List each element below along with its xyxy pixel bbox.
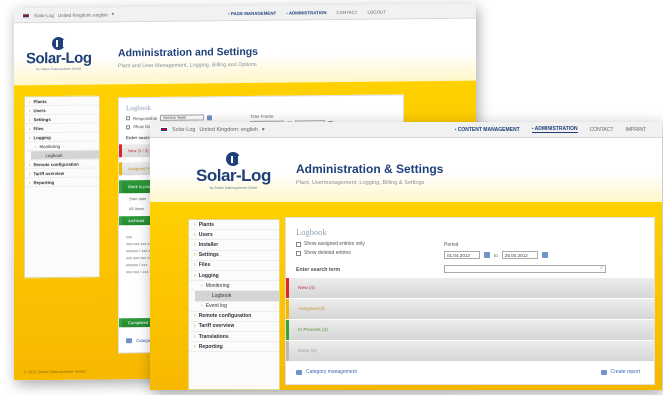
sidebar-item-remote-configuration[interactable]: Remote configuration xyxy=(189,312,279,322)
responsible-select[interactable]: Service Team xyxy=(160,114,205,121)
page-header: Solar-Log by Solare Datensysteme GmbH Ad… xyxy=(14,18,476,86)
search-input[interactable]: ⌕ xyxy=(444,265,606,273)
period-fields: 01.04.2012 to 25.04.2012 xyxy=(444,251,548,259)
detail-line: xxxxxx / xxx xyxy=(126,262,148,268)
uk-flag-icon xyxy=(160,127,168,132)
language-label: United Kingdom: english xyxy=(57,11,108,18)
page-subtitle: Plant and User Management, Logging, Bill… xyxy=(118,61,257,70)
date-from-field[interactable]: 01.04.2012 xyxy=(444,251,480,259)
assigned-only-row: Show assigned entries only xyxy=(296,241,365,247)
logbook-panel: Logbook Show assigned entries only Show … xyxy=(285,217,655,385)
period-label: Period xyxy=(444,242,459,248)
report-icon xyxy=(600,369,607,375)
nav-administration[interactable]: ADMINISTRATION xyxy=(286,10,327,15)
logbook-entries: New (4) Assigned (3) In Process (2) Done… xyxy=(286,278,654,362)
small-logo: Solar-Log xyxy=(34,12,54,18)
sidebar-item-translations[interactable]: Translations xyxy=(189,332,279,343)
language-label: United Kingdom: english xyxy=(199,126,258,133)
folder-icon xyxy=(126,338,132,344)
nav-logout[interactable]: LOGOUT xyxy=(367,9,386,14)
nav-content-management[interactable]: CONTENT MANAGEMENT xyxy=(455,127,520,133)
assigned-only-checkbox[interactable] xyxy=(296,241,301,247)
nav-administration[interactable]: ADMINISTRATION xyxy=(531,126,578,133)
sidebar-item-monitoring[interactable]: Monitoring xyxy=(189,281,279,292)
calendar-icon[interactable] xyxy=(484,252,490,258)
date-to-label: to xyxy=(494,252,498,258)
sidebar-item-reporting[interactable]: Reporting xyxy=(25,177,99,188)
sidebar-item-settings[interactable]: Settings xyxy=(189,251,279,261)
search-label: Enter search term xyxy=(296,267,341,273)
search-icon: ⌕ xyxy=(600,265,603,271)
language-selector[interactable]: Solar-Log United Kingdom: english ▾ xyxy=(160,127,265,133)
sidebar-item-files[interactable]: Files xyxy=(189,261,279,271)
show-deleted-row: Show deleted entries xyxy=(296,250,351,256)
entry-row-done[interactable]: Done (5) xyxy=(286,341,654,361)
nav-imprint[interactable]: IMPRINT xyxy=(625,127,646,133)
entry-row-in-process[interactable]: In Process (2) xyxy=(286,320,654,340)
show-deleted-checkbox[interactable] xyxy=(126,124,130,129)
page-subtitle: Plant, Usermanagement, Logging, Billing … xyxy=(296,180,425,186)
language-selector[interactable]: Solar-Log United Kingdom: english ▾ xyxy=(22,11,114,18)
entry-sub-all-items: All Items xyxy=(129,206,145,212)
sidebar-item-reporting[interactable]: Reporting xyxy=(189,342,279,353)
sidebar-item-installer[interactable]: Installer xyxy=(189,240,279,251)
page-title: Administration and Settings xyxy=(118,45,259,60)
nav-page-management[interactable]: PAGE MANAGEMENT xyxy=(228,10,276,16)
nav-contact[interactable]: CONTACT xyxy=(590,127,614,133)
solar-log-logo[interactable]: Solar-Log by Solare Datensysteme GmbH xyxy=(196,152,271,190)
sidebar-item-plants[interactable]: Plants xyxy=(189,220,279,231)
detail-line: xxx xxx / xxx xyxy=(126,269,149,275)
entry-row-assigned[interactable]: Assigned (3) xyxy=(286,299,654,319)
top-bar: Solar-Log United Kingdom: english ▾ CONT… xyxy=(150,122,662,138)
solar-log-logo[interactable]: Solar-Log by Solare Datensysteme GmbH xyxy=(26,36,92,72)
responsible-row: Responsible Service Team xyxy=(126,114,213,121)
page-title: Administration & Settings xyxy=(296,162,444,176)
responsible-checkbox[interactable] xyxy=(126,116,130,121)
chevron-down-icon: ▾ xyxy=(261,126,265,133)
solar-log-sun-icon xyxy=(226,152,241,166)
show-deleted-checkbox[interactable] xyxy=(296,250,301,256)
nav-contact[interactable]: CONTACT xyxy=(337,9,358,14)
screenshot-collage: Solar-Log United Kingdom: english ▾ PAGE… xyxy=(0,0,663,395)
top-nav: PAGE MANAGEMENT ADMINISTRATION CONTACT L… xyxy=(228,9,386,16)
logbook-title: Logbook xyxy=(296,227,327,237)
folder-icon xyxy=(296,369,302,375)
date-to-field[interactable]: 25.04.2012 xyxy=(501,251,538,259)
copyright-text: © 2012 Solare Datensysteme GmbH xyxy=(24,369,86,375)
category-management-link[interactable]: Category management xyxy=(296,369,357,375)
logbook-filter-form: Show assigned entries only Show deleted … xyxy=(296,241,654,283)
sidebar-item-users[interactable]: Users xyxy=(189,230,279,241)
uk-flag-icon xyxy=(22,12,30,18)
calendar-icon[interactable] xyxy=(541,252,548,258)
sidebar-nav: Plants Users Installer Settings Files Lo… xyxy=(188,219,280,390)
timeframe-label: Time Frame xyxy=(250,113,274,119)
entry-row-new[interactable]: New (4) xyxy=(286,278,654,298)
sidebar-item-tariff-overview[interactable]: Tariff overview xyxy=(189,322,279,333)
detail-line: xxx xyxy=(126,234,132,240)
entry-sub-start-date: Start date xyxy=(129,196,147,202)
top-nav: CONTENT MANAGEMENT ADMINISTRATION CONTAC… xyxy=(455,126,646,133)
sidebar-item-logging[interactable]: Logging xyxy=(189,271,279,282)
sidebar-nav: Plants Users Settings Files Logging Moni… xyxy=(24,95,100,279)
chevron-down-icon: ▾ xyxy=(111,11,115,17)
solar-log-sun-icon xyxy=(52,36,66,51)
front-browser-window: Solar-Log United Kingdom: english ▾ CONT… xyxy=(150,122,662,390)
page-header: Solar-Log by Solare Datensysteme GmbH Ad… xyxy=(150,138,662,202)
small-logo: Solar-Log xyxy=(172,126,196,133)
select-arrow-icon xyxy=(207,114,213,120)
sidebar-item-logbook[interactable]: Logbook xyxy=(195,291,279,302)
footer-links: Category management Create report xyxy=(296,369,640,375)
create-report-link[interactable]: Create report xyxy=(600,369,640,375)
sidebar-item-event-log[interactable]: Event log xyxy=(189,302,279,312)
logbook-title: Logbook xyxy=(126,103,152,113)
